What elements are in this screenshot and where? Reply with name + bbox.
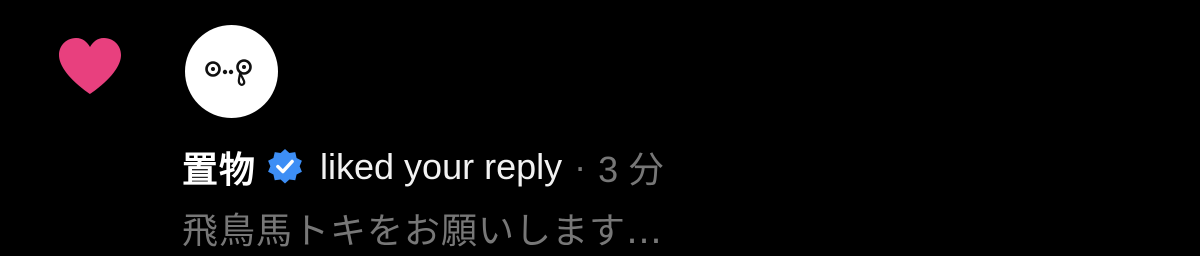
separator-dot: ·	[574, 146, 587, 187]
username[interactable]: 置物	[182, 141, 256, 193]
timestamp: 3 分	[598, 149, 665, 190]
face-emoticon-icon	[205, 59, 252, 86]
avatar[interactable]	[185, 25, 278, 118]
action-text: liked your reply	[320, 146, 563, 187]
like-notification[interactable]: 置物 liked your reply · 3 分 飛鳥馬トキをお願いします…	[0, 0, 1200, 256]
reply-preview[interactable]: 飛鳥馬トキをお願いします…	[182, 202, 663, 254]
verified-badge-icon	[268, 148, 302, 184]
notification-headline: 置物 liked your reply · 3 分	[182, 141, 664, 193]
heart-icon	[59, 38, 121, 94]
